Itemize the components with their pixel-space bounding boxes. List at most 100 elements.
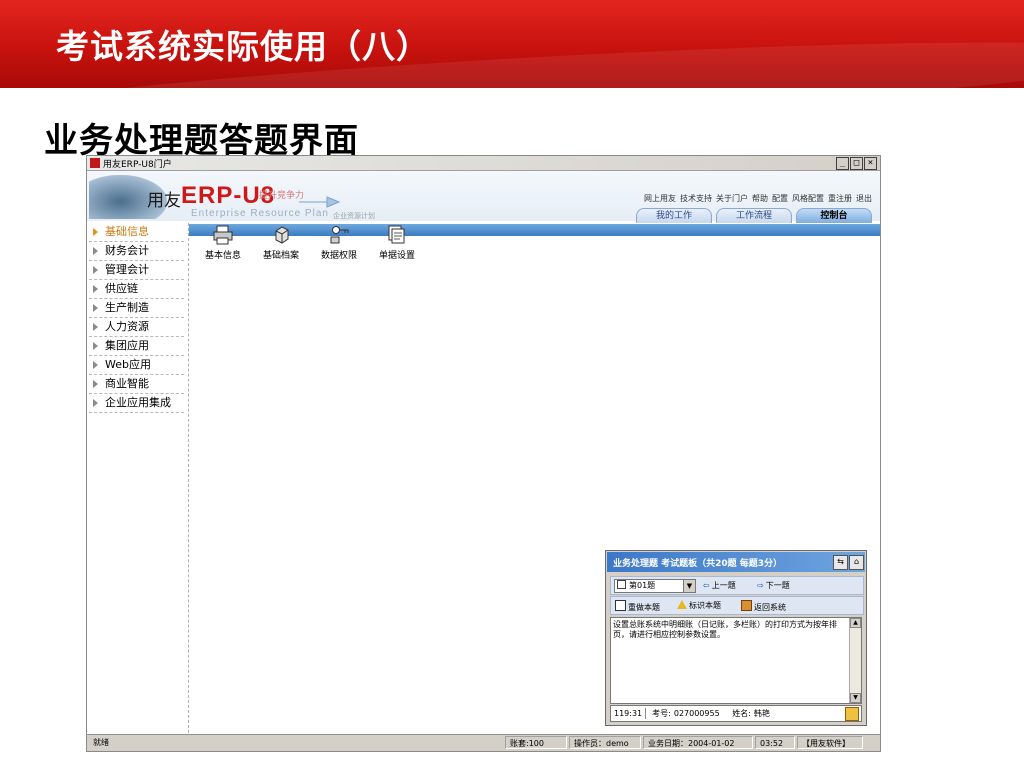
sidebar-item-group[interactable]: 集团应用: [89, 337, 184, 356]
arrow-right-icon: [93, 380, 98, 388]
sidebar-item-web[interactable]: Web应用: [89, 356, 184, 375]
home-icon: [741, 600, 752, 611]
exam-no-label: 考号:: [652, 709, 671, 718]
question-text: 设置总账系统中明细账（日记账，多栏账）的打印方式为按年排页，请进行相应控制参数设…: [613, 620, 837, 639]
link-online[interactable]: 网上用友: [644, 193, 676, 204]
sidebar-item-management-accounting[interactable]: 管理会计: [89, 261, 184, 280]
status-brand: 【用友软件】: [797, 736, 863, 749]
window-titlebar: 用友ERP-U8门户 _ □ ×: [87, 156, 880, 171]
slide-header: 考试系统实际使用（八）: [0, 0, 1024, 88]
link-support[interactable]: 技术支持: [680, 193, 712, 204]
link-exit[interactable]: 退出: [856, 193, 872, 204]
next-question-label: 下一题: [765, 581, 790, 590]
arrow-right-icon: [93, 304, 98, 312]
sidebar-item-bi[interactable]: 商业智能: [89, 375, 184, 394]
tab-my-work[interactable]: 我的工作: [636, 208, 712, 223]
tool-label: 基础档案: [262, 251, 299, 261]
tab-console[interactable]: 控制台: [796, 208, 872, 223]
tab-workflow[interactable]: 工作流程: [716, 208, 792, 223]
tool-basic-info[interactable]: 基本信息: [194, 225, 252, 265]
arrow-right-icon: [93, 247, 98, 255]
chevron-down-icon[interactable]: ▼: [683, 580, 695, 592]
prev-question-label: 上一题: [711, 581, 736, 590]
return-system-button[interactable]: 返回系统: [741, 600, 786, 613]
link-help[interactable]: 帮助: [752, 193, 768, 204]
sidebar-item-label: 企业应用集成: [105, 396, 171, 409]
exam-timer: 119:31: [614, 709, 643, 718]
question-scrollbar[interactable]: ▲ ▼: [849, 618, 861, 703]
arrow-right-icon: [93, 399, 98, 407]
collapse-icon[interactable]: ⇆: [833, 555, 848, 570]
mark-question-button[interactable]: 标识本题: [677, 600, 721, 611]
tool-basic-archive[interactable]: 基础档案: [252, 225, 310, 265]
arrow-right-icon: [93, 228, 98, 236]
scroll-down-icon[interactable]: ▼: [850, 693, 861, 703]
checkbox-icon: [617, 580, 626, 589]
tool-label: 数据权限: [320, 251, 357, 261]
student-name: 韩艳: [753, 709, 770, 718]
minimize-button[interactable]: _: [836, 157, 849, 170]
status-operator: 操作员：demo: [569, 736, 641, 749]
prev-question-button[interactable]: ⇦ 上一题: [703, 580, 736, 591]
console-toolbar: 基本信息 基础档案 数据权限 单据设置: [194, 225, 426, 265]
sidebar-item-label: 人力资源: [105, 320, 149, 333]
maximize-button[interactable]: □: [850, 157, 863, 170]
link-style-config[interactable]: 风格配置: [792, 193, 824, 204]
sidebar-item-label: Web应用: [105, 358, 151, 371]
question-textarea[interactable]: 设置总账系统中明细账（日记账，多栏账）的打印方式为按年排页，请进行相应控制参数设…: [610, 617, 862, 704]
exam-panel: 业务处理题 考试题板（共20题 每题3分） ⇆ ⌂ 第01题 ▼ ⇦ 上一题 ⇨ 下…: [605, 550, 867, 726]
sidebar-item-label: 财务会计: [105, 244, 149, 257]
redo-icon: [615, 600, 626, 611]
brand-tagline-small: 企业资源计划: [333, 212, 375, 220]
link-config[interactable]: 配置: [772, 193, 788, 204]
sidebar-item-supply-chain[interactable]: 供应链: [89, 280, 184, 299]
sidebar-item-manufacturing[interactable]: 生产制造: [89, 299, 184, 318]
printer-icon: [213, 225, 233, 245]
main-tabs: 我的工作 工作流程 控制台: [636, 208, 872, 223]
arrow-right-icon: [93, 361, 98, 369]
status-bar: 就绪 账套:100 操作员：demo 业务日期：2004-01-02 03:52…: [87, 734, 880, 751]
home-icon[interactable]: ⌂: [849, 555, 864, 570]
documents-icon: [388, 225, 405, 244]
brand-tagline: Enterprise Resource Plan: [191, 208, 329, 219]
sidebar-item-integration[interactable]: 企业应用集成: [89, 394, 184, 413]
status-account: 账套:100: [505, 736, 567, 749]
redo-question-button[interactable]: 重做本题: [615, 600, 660, 613]
sidebar-item-finance[interactable]: 财务会计: [89, 242, 184, 261]
brand-slogan: 提升竞争力: [259, 191, 305, 201]
top-links: 网上用友 技术支持 关于门户 帮助 配置 风格配置 重注册 退出: [644, 193, 872, 204]
brand-name: 用友: [147, 191, 181, 211]
tool-label: 单据设置: [378, 251, 415, 261]
arrow-right-icon: [93, 323, 98, 331]
sidebar-item-label: 集团应用: [105, 339, 149, 352]
status-business-date: 业务日期：2004-01-02: [643, 736, 753, 749]
sidebar-item-label: 供应链: [105, 282, 138, 295]
window-title: 用友ERP-U8门户: [103, 160, 172, 170]
tool-label: 基本信息: [204, 251, 241, 261]
redo-question-label: 重做本题: [628, 603, 660, 612]
exam-nav-row: 第01题 ▼ ⇦ 上一题 ⇨ 下一题: [610, 576, 864, 595]
arrow-right-icon: [93, 285, 98, 293]
cube-icon: [275, 226, 289, 244]
mark-question-label: 标识本题: [689, 601, 721, 610]
submit-icon[interactable]: [845, 707, 859, 721]
tool-data-permission[interactable]: 数据权限: [310, 225, 368, 265]
arrow-left-icon: ⇦: [703, 581, 710, 590]
exam-action-row: 重做本题 标识本题 返回系统: [610, 596, 864, 615]
arrow-decoration-icon: [299, 196, 341, 208]
arrow-right-icon: [93, 266, 98, 274]
tool-document-settings[interactable]: 单据设置: [368, 225, 426, 265]
product-prefix: ERP-: [181, 182, 243, 209]
status-time: 03:52: [755, 736, 795, 749]
link-relogin[interactable]: 重注册: [828, 193, 852, 204]
exam-panel-title: 业务处理题 考试题板（共20题 每题3分）: [613, 559, 783, 569]
link-about[interactable]: 关于门户: [716, 193, 748, 204]
close-button[interactable]: ×: [864, 157, 877, 170]
next-question-button[interactable]: ⇨ 下一题: [757, 580, 790, 591]
sidebar-item-basic-info[interactable]: 基础信息: [89, 223, 184, 242]
scroll-up-icon[interactable]: ▲: [850, 618, 861, 628]
sidebar-item-label: 基础信息: [105, 225, 149, 238]
sidebar-item-hr[interactable]: 人力资源: [89, 318, 184, 337]
question-select[interactable]: 第01题 ▼: [614, 579, 696, 593]
arrow-right-icon: ⇨: [757, 581, 764, 590]
